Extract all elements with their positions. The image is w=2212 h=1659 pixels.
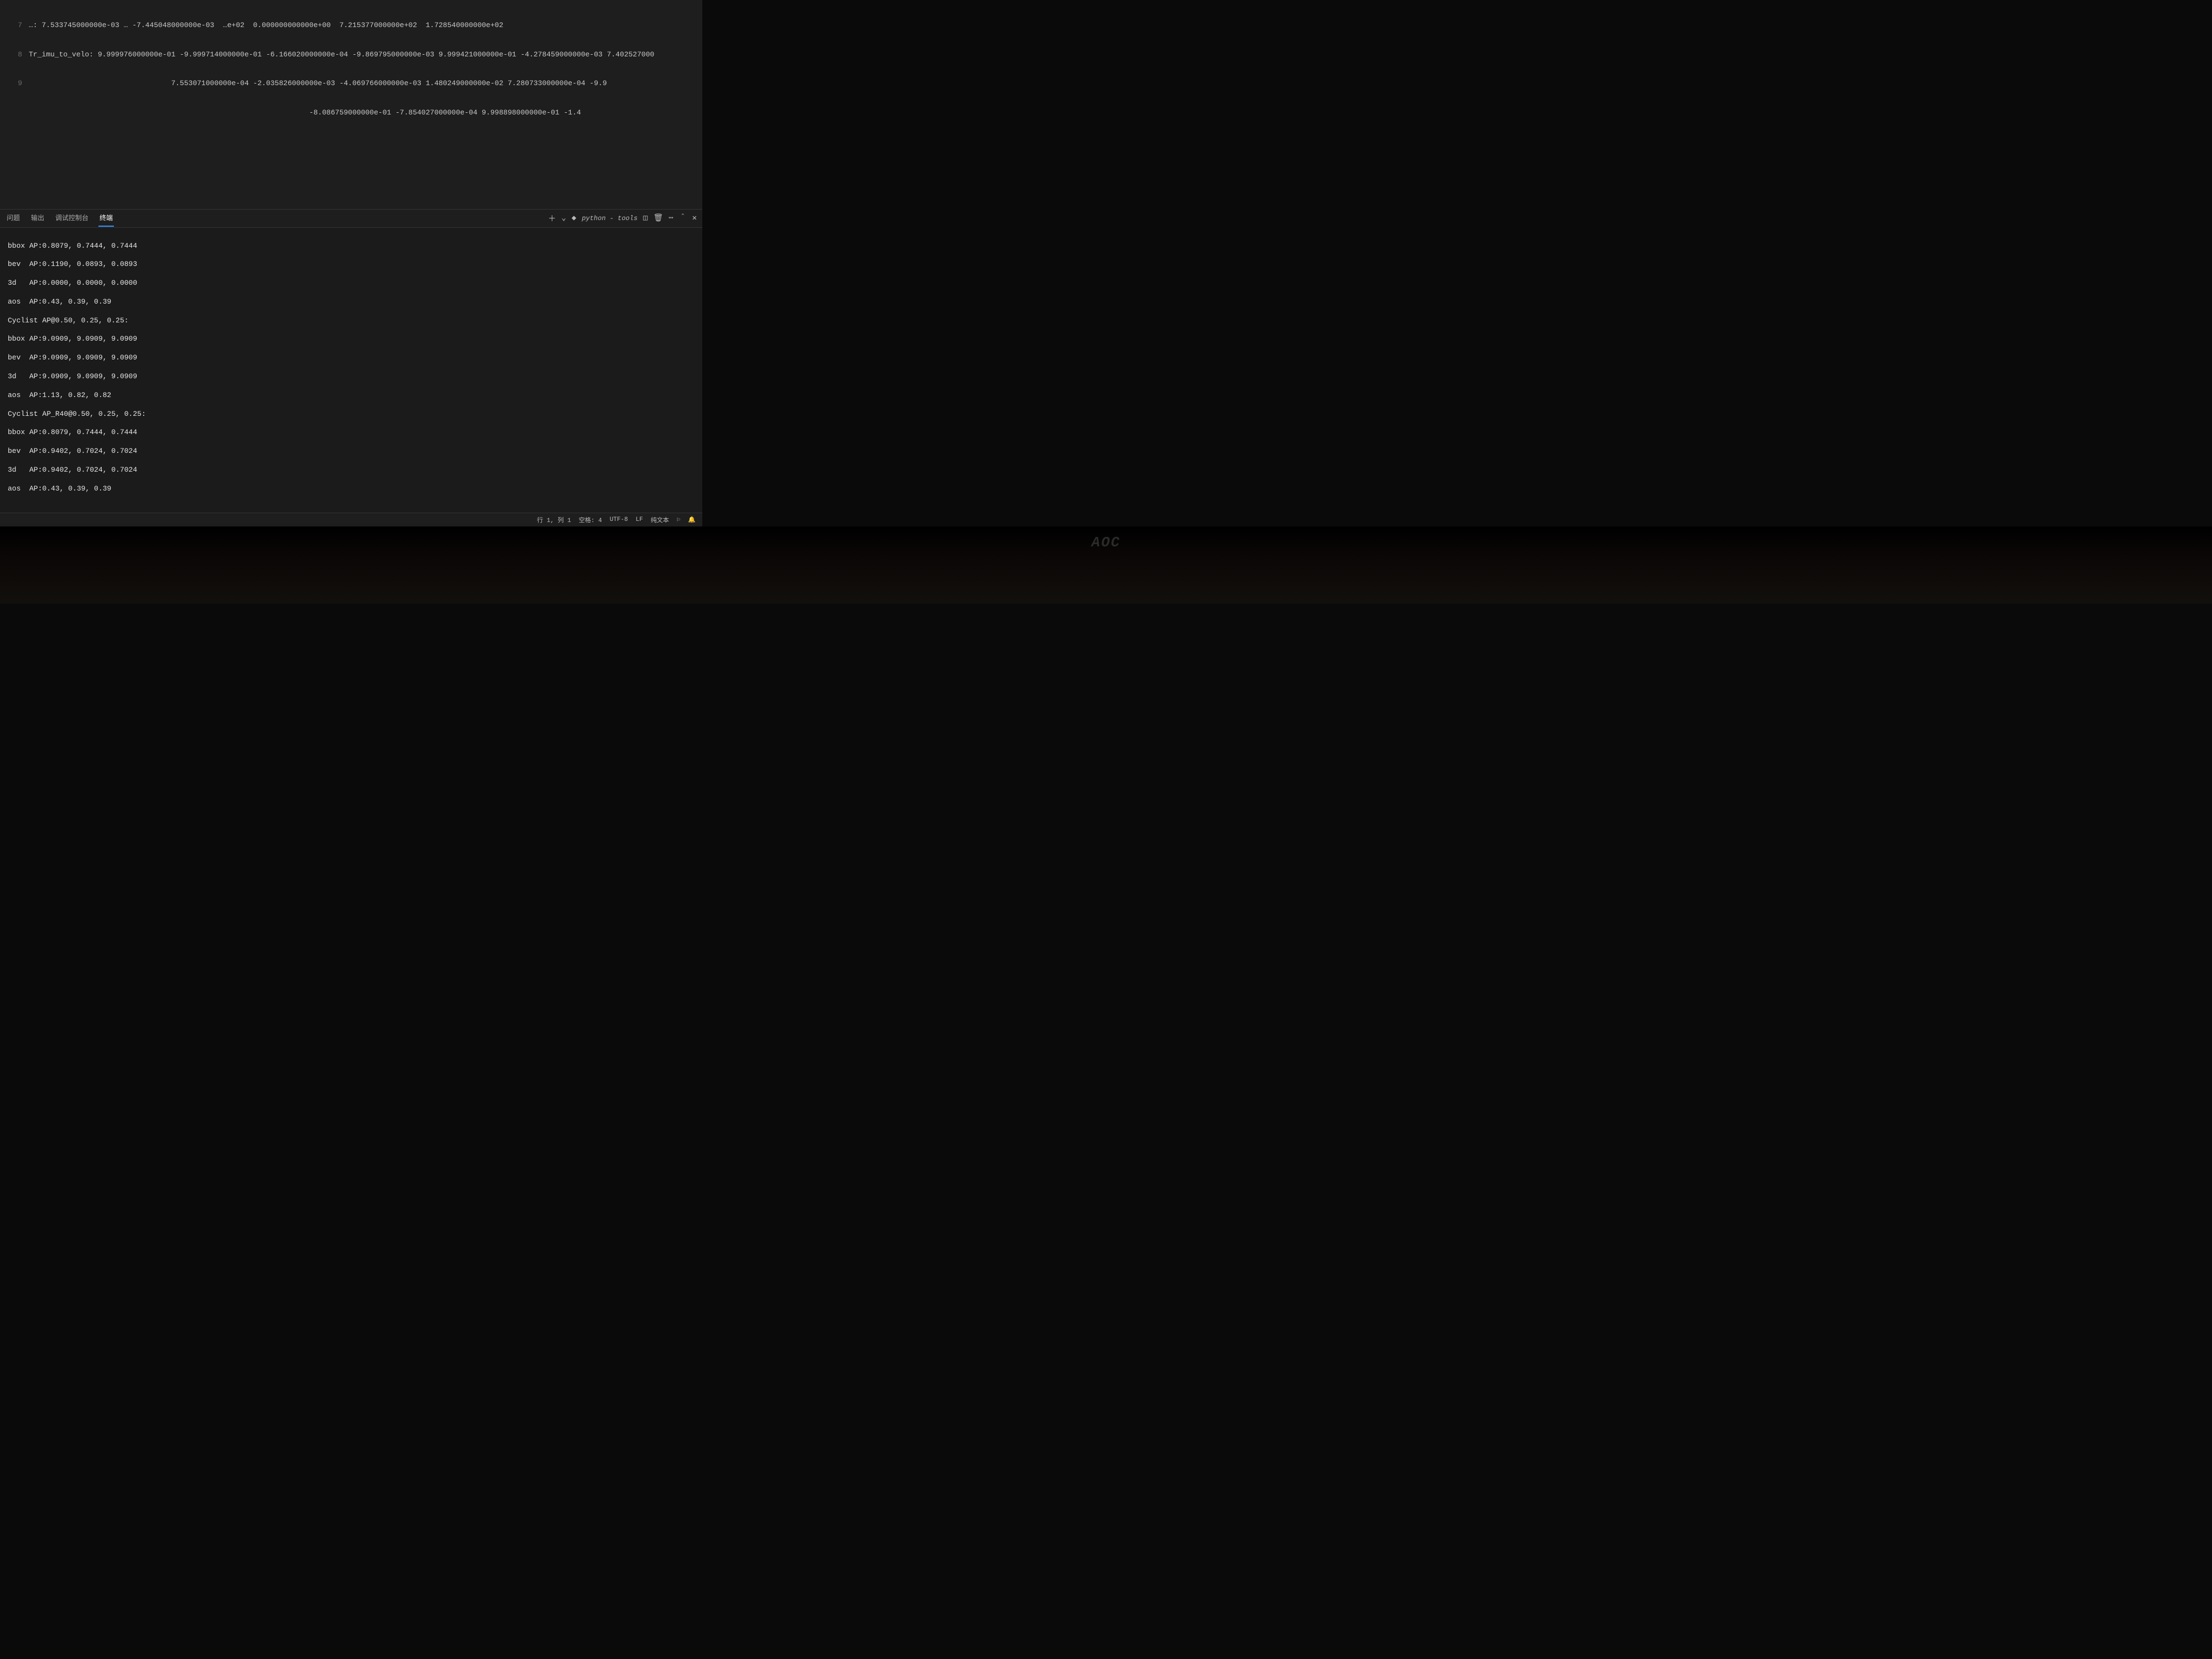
blank-line: [8, 503, 695, 512]
terminal-line: bev AP:0.9402, 0.7024, 0.7024: [8, 447, 695, 456]
code-text: 7.553071000000e-04 -2.035826000000e-03 -…: [29, 79, 607, 88]
terminal-line: aos AP:1.13, 0.82, 0.82: [8, 391, 695, 400]
line-number: [0, 108, 29, 118]
split-terminal-icon[interactable]: ◫: [643, 213, 648, 223]
tab-problems[interactable]: 问题: [6, 210, 21, 227]
terminal-output[interactable]: bbox AP:0.8079, 0.7444, 0.7444 bev AP:0.…: [0, 228, 702, 513]
status-language[interactable]: 纯文本: [651, 515, 669, 524]
new-terminal-icon[interactable]: ＋: [548, 213, 556, 224]
line-number: 9: [0, 79, 29, 88]
tab-output[interactable]: 输出: [30, 210, 45, 227]
more-actions-icon[interactable]: ⋯: [669, 213, 673, 223]
code-text: -8.086759000000e-01 -7.854027000000e-04 …: [29, 108, 581, 118]
python-icon: ◆: [572, 213, 576, 223]
terminal-line: aos AP:0.43, 0.39, 0.39: [8, 298, 695, 307]
editor-pane[interactable]: 7 …: 7.533745000000e-03 … -7.44504800000…: [0, 0, 702, 143]
ide-window: 7 …: 7.533745000000e-03 … -7.44504800000…: [0, 0, 702, 526]
panel-tabs: 问题 输出 调试控制台 终端: [6, 210, 548, 227]
feedback-icon[interactable]: ⚐: [677, 516, 681, 524]
terminal-line: Cyclist AP@0.50, 0.25, 0.25:: [8, 316, 695, 326]
status-indent[interactable]: 空格: 4: [579, 515, 602, 524]
monitor-brand-logo: AOC: [0, 526, 2212, 551]
line-number: 7: [0, 20, 29, 30]
tab-terminal[interactable]: 终端: [98, 210, 114, 227]
terminal-line: bbox AP:9.0909, 9.0909, 9.0909: [8, 335, 695, 344]
editor-line: 8 Tr_imu_to_velo: 9.999976000000e-01 -9.…: [0, 50, 702, 60]
monitor-bezel: AOC: [0, 526, 2212, 604]
terminal-line: 3d AP:0.9402, 0.7024, 0.7024: [8, 466, 695, 475]
terminal-line: 3d AP:0.0000, 0.0000, 0.0000: [8, 279, 695, 288]
terminal-line: bbox AP:0.8079, 0.7444, 0.7444: [8, 242, 695, 251]
status-line-col[interactable]: 行 1, 列 1: [537, 515, 571, 524]
terminal-line: aos AP:0.43, 0.39, 0.39: [8, 484, 695, 494]
terminal-line: bev AP:9.0909, 9.0909, 9.0909: [8, 353, 695, 363]
editor-line: -8.086759000000e-01 -7.854027000000e-04 …: [0, 108, 702, 118]
terminal-line: bbox AP:0.8079, 0.7444, 0.7444: [8, 428, 695, 437]
notifications-icon[interactable]: 🔔: [688, 516, 696, 524]
code-text: Tr_imu_to_velo: 9.999976000000e-01 -9.99…: [29, 50, 654, 60]
line-number: 8: [0, 50, 29, 60]
statusbar: 行 1, 列 1 空格: 4 UTF-8 LF 纯文本 ⚐ 🔔: [0, 513, 702, 526]
terminal-kind-label[interactable]: python - tools: [582, 215, 638, 222]
panel-tabbar: 问题 输出 调试控制台 终端 ＋ ⌄ ◆ python - tools ◫ 🗑 …: [0, 209, 702, 228]
maximize-panel-icon[interactable]: ＾: [679, 213, 687, 224]
status-eol[interactable]: LF: [635, 517, 643, 523]
kill-terminal-icon[interactable]: 🗑: [653, 213, 663, 223]
status-encoding[interactable]: UTF-8: [609, 517, 628, 523]
code-text: …: 7.533745000000e-03 … -7.445048000000e…: [29, 20, 503, 30]
tab-debug-console[interactable]: 调试控制台: [54, 210, 90, 227]
close-panel-icon[interactable]: ✕: [692, 213, 697, 223]
editor-line: 9 7.553071000000e-04 -2.035826000000e-03…: [0, 79, 702, 88]
editor-line: 7 …: 7.533745000000e-03 … -7.44504800000…: [0, 20, 702, 30]
panel-actions: ＋ ⌄ ◆ python - tools ◫ 🗑 ⋯ ＾ ✕: [548, 213, 697, 224]
terminal-line: bev AP:0.1190, 0.0893, 0.0893: [8, 260, 695, 269]
terminal-line: Cyclist AP_R40@0.50, 0.25, 0.25:: [8, 410, 695, 419]
terminal-dropdown-icon[interactable]: ⌄: [561, 213, 566, 223]
terminal-line: 3d AP:9.0909, 9.0909, 9.0909: [8, 372, 695, 382]
